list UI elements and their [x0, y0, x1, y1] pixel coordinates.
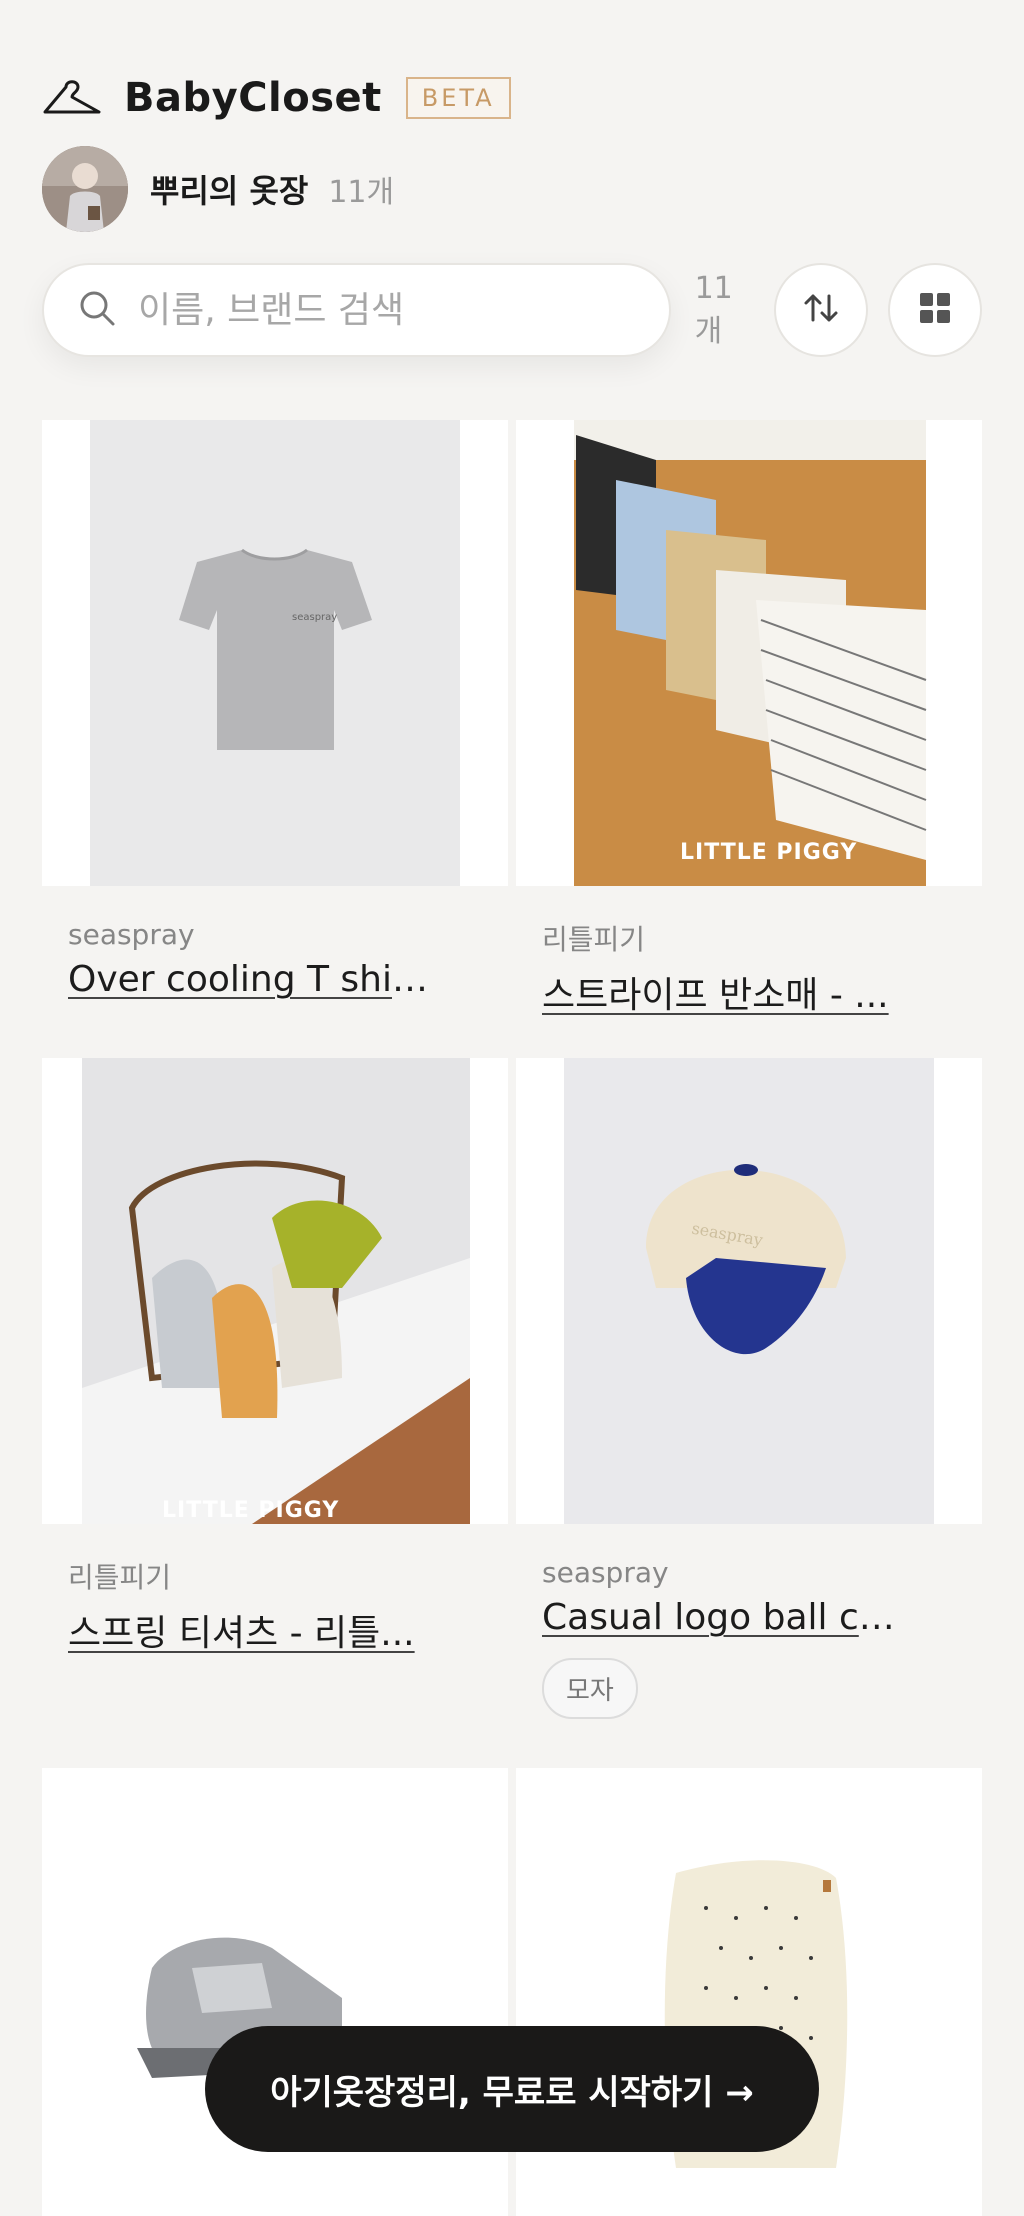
grid-view-icon	[918, 291, 952, 329]
product-image[interactable]: seaspray	[516, 1058, 982, 1524]
product-title[interactable]: Casual logo ball ca...	[542, 1597, 902, 1638]
category-tag[interactable]: 모자	[542, 1658, 638, 1719]
product-card[interactable]: seaspray seaspray Casual logo ball ca...…	[516, 1058, 982, 1719]
svg-text:seaspray: seaspray	[292, 612, 337, 623]
product-card[interactable]: LITTLE PIGGY 리틀피기 스프링 티셔츠 - 리틀...	[42, 1058, 508, 1656]
start-free-cta-button[interactable]: 아기옷장정리, 무료로 시작하기 →	[205, 2026, 819, 2152]
watermark-text: LITTLE PIGGY	[162, 1498, 340, 1523]
hanger-icon	[42, 78, 102, 118]
product-brand: 리틀피기	[542, 923, 646, 956]
product-image[interactable]: LITTLE PIGGY	[42, 1058, 508, 1524]
beta-badge: BETA	[405, 77, 511, 119]
product-brand: seaspray	[68, 918, 195, 951]
view-toggle-button[interactable]	[888, 263, 982, 357]
app-title[interactable]: BabyCloset	[124, 75, 382, 121]
product-card[interactable]: seaspray seaspray Over cooling T shir...	[42, 420, 508, 1000]
product-title[interactable]: Over cooling T shir...	[68, 959, 428, 1000]
search-input[interactable]	[138, 289, 608, 331]
app-header: BabyCloset BETA	[42, 66, 511, 130]
closet-item-count: 11개	[328, 175, 395, 210]
result-count: 11개	[694, 270, 733, 349]
closet-owner-row: 뿌리의 옷장 11개	[42, 146, 394, 232]
product-card[interactable]: LITTLE PIGGY 리틀피기 스트라이프 반소매 - ...	[516, 420, 982, 1018]
product-image[interactable]: LITTLE PIGGY	[516, 420, 982, 886]
product-brand: 리틀피기	[68, 1561, 172, 1594]
avatar[interactable]	[42, 146, 128, 232]
sort-button[interactable]	[774, 263, 869, 357]
search-toolbar: 11개	[42, 263, 982, 357]
sort-arrows-icon	[801, 288, 841, 332]
product-image[interactable]: seaspray	[42, 420, 508, 886]
product-title[interactable]: 스프링 티셔츠 - 리틀...	[68, 1604, 428, 1656]
product-title[interactable]: 스트라이프 반소매 - ...	[542, 966, 902, 1018]
closet-name: 뿌리의 옷장	[150, 172, 309, 210]
search-icon	[78, 289, 116, 331]
search-box[interactable]	[42, 263, 671, 357]
watermark-text: LITTLE PIGGY	[680, 840, 858, 865]
product-brand: seaspray	[542, 1556, 669, 1589]
